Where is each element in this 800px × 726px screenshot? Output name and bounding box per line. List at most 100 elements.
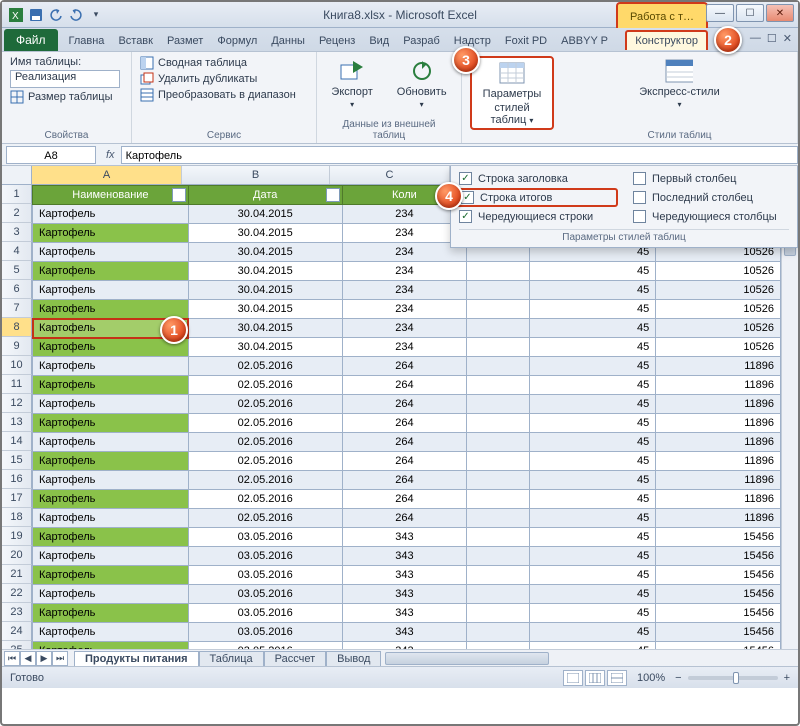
opt-banded-cols[interactable]: Чередующиеся столбцы <box>633 210 789 223</box>
cell[interactable]: 30.04.2015 <box>188 338 342 357</box>
zoom-in-icon[interactable]: + <box>784 672 790 684</box>
cell[interactable] <box>467 414 529 433</box>
table-row[interactable]: Картофель02.05.20162644511896 <box>33 433 781 452</box>
sheet-nav[interactable]: ⏮ ◀ ▶ ⏭ <box>2 651 70 666</box>
cell[interactable]: 30.04.2015 <box>188 224 342 243</box>
row-header[interactable]: 1 <box>2 185 32 204</box>
save-icon[interactable] <box>28 7 44 23</box>
view-layout-icon[interactable] <box>585 670 605 686</box>
cell[interactable]: 45 <box>529 338 656 357</box>
table-header[interactable]: Наименование▾ <box>33 186 189 205</box>
nav-first-icon[interactable]: ⏮ <box>4 651 20 666</box>
cell[interactable]: 10526 <box>656 300 781 319</box>
cell[interactable]: 234 <box>342 338 467 357</box>
col-header[interactable]: B <box>182 166 330 184</box>
maximize-button[interactable]: ☐ <box>736 4 764 22</box>
cell[interactable]: Картофель <box>33 566 189 585</box>
row-header[interactable]: 14 <box>2 432 32 451</box>
table-name-input[interactable]: Реализация <box>10 70 120 88</box>
table-row[interactable]: Картофель02.05.20162644511896 <box>33 490 781 509</box>
cell[interactable]: 30.04.2015 <box>188 205 342 224</box>
redo-icon[interactable] <box>68 7 84 23</box>
cell[interactable]: 03.05.2016 <box>188 642 342 650</box>
cell[interactable]: 03.05.2016 <box>188 566 342 585</box>
cell[interactable]: 45 <box>529 281 656 300</box>
opt-total-row[interactable]: ✓ Строка итогов <box>456 188 618 207</box>
row-header[interactable]: 18 <box>2 508 32 527</box>
nav-last-icon[interactable]: ⏭ <box>52 651 68 666</box>
cell[interactable]: 343 <box>342 604 467 623</box>
cell[interactable]: Картофель <box>33 452 189 471</box>
cell[interactable]: 15456 <box>656 642 781 650</box>
cell[interactable]: 10526 <box>656 338 781 357</box>
table-row[interactable]: Картофель30.04.20152344510526 <box>33 262 781 281</box>
cell[interactable] <box>467 623 529 642</box>
row-header[interactable]: 6 <box>2 280 32 299</box>
cell[interactable]: 02.05.2016 <box>188 357 342 376</box>
table-row[interactable]: Картофель03.05.20163434515456 <box>33 547 781 566</box>
ribbon-tab[interactable]: Формул <box>210 30 264 51</box>
row-header[interactable]: 10 <box>2 356 32 375</box>
cell[interactable] <box>467 642 529 650</box>
table-row[interactable]: Картофель30.04.20152344510526 <box>33 281 781 300</box>
cell[interactable]: 343 <box>342 566 467 585</box>
mdi-minimize-icon[interactable]: — <box>750 32 761 45</box>
cell[interactable]: 02.05.2016 <box>188 490 342 509</box>
table-row[interactable]: Картофель30.04.20152344510526 <box>33 300 781 319</box>
cell[interactable]: Картофель <box>33 414 189 433</box>
cell[interactable]: 45 <box>529 357 656 376</box>
cell[interactable]: Картофель <box>33 376 189 395</box>
cell[interactable]: Картофель <box>33 604 189 623</box>
cell[interactable]: 45 <box>529 604 656 623</box>
table-style-options-button[interactable]: Параметры стилей таблиц ▾ <box>470 56 554 130</box>
row-header[interactable]: 2 <box>2 204 32 223</box>
cell[interactable]: 03.05.2016 <box>188 528 342 547</box>
filter-dropdown-icon[interactable]: ▾ <box>172 188 186 202</box>
horizontal-scrollbar[interactable] <box>385 651 794 666</box>
ribbon-tab[interactable]: ABBYY P <box>554 30 615 51</box>
cell[interactable]: 45 <box>529 471 656 490</box>
row-header[interactable]: 15 <box>2 451 32 470</box>
cell[interactable]: 264 <box>342 452 467 471</box>
cell[interactable]: 45 <box>529 395 656 414</box>
cell[interactable]: 45 <box>529 509 656 528</box>
table-row[interactable]: Картофель30.04.20152344510526 <box>33 319 781 338</box>
sheet-tab[interactable]: Рассчет <box>264 651 327 666</box>
cell[interactable]: 11896 <box>656 395 781 414</box>
refresh-button[interactable]: Обновить ▾ <box>393 56 451 111</box>
close-button[interactable]: ✕ <box>766 4 794 22</box>
ribbon-tab[interactable]: Разраб <box>396 30 447 51</box>
cell[interactable]: 02.05.2016 <box>188 395 342 414</box>
table-row[interactable]: Картофель03.05.20163434515456 <box>33 642 781 650</box>
cell[interactable]: 15456 <box>656 623 781 642</box>
cell[interactable]: 234 <box>342 243 467 262</box>
table-row[interactable]: Картофель03.05.20163434515456 <box>33 623 781 642</box>
cell[interactable]: 30.04.2015 <box>188 262 342 281</box>
row-header[interactable]: 19 <box>2 527 32 546</box>
minimize-button[interactable]: — <box>706 4 734 22</box>
cell[interactable]: 45 <box>529 376 656 395</box>
row-header[interactable]: 4 <box>2 242 32 261</box>
cell[interactable]: 234 <box>342 262 467 281</box>
opt-first-col[interactable]: Первый столбец <box>633 172 789 185</box>
cell[interactable] <box>467 376 529 395</box>
cell[interactable]: 11896 <box>656 490 781 509</box>
cell[interactable]: Картофель <box>33 433 189 452</box>
table-row[interactable]: Картофель03.05.20163434515456 <box>33 585 781 604</box>
cell[interactable]: Картофель <box>33 509 189 528</box>
cell[interactable] <box>467 509 529 528</box>
cell[interactable]: 45 <box>529 547 656 566</box>
name-box[interactable]: A8 <box>6 146 96 164</box>
fx-icon[interactable]: fx <box>100 149 121 161</box>
resize-table-button[interactable]: Размер таблицы <box>10 90 120 104</box>
cell[interactable]: 02.05.2016 <box>188 414 342 433</box>
cell[interactable]: 45 <box>529 262 656 281</box>
view-normal-icon[interactable] <box>563 670 583 686</box>
cell[interactable]: Картофель <box>33 490 189 509</box>
opt-banded-rows[interactable]: ✓ Чередующиеся строки <box>459 210 615 223</box>
table-row[interactable]: Картофель02.05.20162644511896 <box>33 395 781 414</box>
cell[interactable]: 343 <box>342 642 467 650</box>
row-header[interactable]: 3 <box>2 223 32 242</box>
cell[interactable]: 11896 <box>656 471 781 490</box>
row-header[interactable]: 21 <box>2 565 32 584</box>
